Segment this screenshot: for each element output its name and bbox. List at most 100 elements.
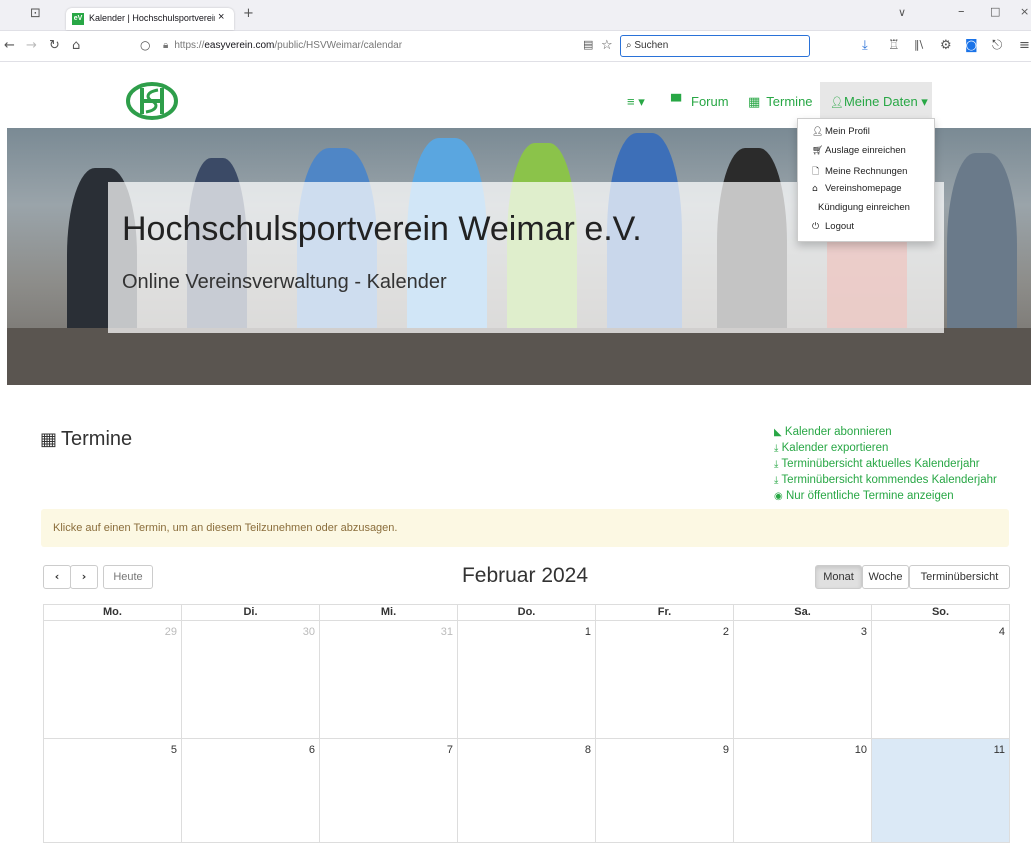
view-woche-button[interactable]: Woche xyxy=(862,565,909,589)
link-terminuebersicht-aktuell[interactable]: ⤓ Terminübersicht aktuelles Kalenderjahr xyxy=(774,458,980,470)
dropdown-item-vereinshomepage[interactable]: ⌂ Vereinshomepage xyxy=(812,183,902,194)
chevron-right-icon: › xyxy=(81,570,87,583)
dropdown-item-kuendigung[interactable]: Kündigung einreichen xyxy=(818,202,910,213)
day-cell[interactable]: 8 xyxy=(458,739,596,843)
weekday-header: Di. xyxy=(182,604,320,621)
file-icon: 🗋︎ xyxy=(812,167,820,177)
account-icon[interactable]: ◙ xyxy=(965,38,978,53)
settings-icon[interactable]: ⚙ xyxy=(940,38,952,53)
dropdown-item-label: Auslage einreichen xyxy=(825,145,906,156)
url-scheme: https:// xyxy=(174,40,205,51)
dropdown-item-label: Mein Profil xyxy=(825,126,870,137)
day-cell[interactable]: 10 xyxy=(734,739,872,843)
calendar-icon: ▦ xyxy=(40,429,58,450)
app-menu-icon[interactable]: ≡ xyxy=(1019,38,1030,53)
dropdown-item-logout[interactable]: ⏻ Logout xyxy=(812,221,854,232)
downloads-icon[interactable]: ⤓ xyxy=(862,38,868,53)
page-title-text: Termine xyxy=(61,428,133,450)
link-label: Kalender exportieren xyxy=(781,442,889,454)
weekday-header: Mo. xyxy=(44,604,182,621)
shield-icon[interactable]: ○ xyxy=(140,38,150,52)
share-icon[interactable]: ⎋ xyxy=(992,38,1002,53)
dropdown-item-auslage[interactable]: 🛒︎ Auslage einreichen xyxy=(812,145,906,156)
calendar-grid: Mo. Di. Mi. Do. Fr. Sa. So. 29 30 31 1 2… xyxy=(43,604,1010,843)
extensions-icon[interactable]: ♖ xyxy=(888,38,900,53)
day-cell[interactable]: 31 xyxy=(320,621,458,739)
day-cell-today[interactable]: 11 xyxy=(872,739,1010,843)
browser-search-input[interactable]: ⌕ Suchen xyxy=(620,35,810,57)
eye-icon: ◉ xyxy=(774,491,783,502)
minimize-icon[interactable]: – xyxy=(958,4,965,19)
day-cell[interactable]: 1 xyxy=(458,621,596,739)
download-icon: ⤓ xyxy=(774,475,779,486)
notice-text: Klicke auf einen Termin, um an diesem Te… xyxy=(53,522,398,534)
power-icon: ⏻ xyxy=(812,222,820,232)
day-cell[interactable]: 9 xyxy=(596,739,734,843)
day-cell[interactable]: 6 xyxy=(182,739,320,843)
view-terminuebersicht-button[interactable]: Terminübersicht xyxy=(909,565,1010,589)
forward-icon[interactable]: → xyxy=(26,38,37,53)
nav-termine[interactable]: ▦ Termine xyxy=(748,94,813,110)
new-tab-icon[interactable]: + xyxy=(243,6,254,21)
link-kalender-exportieren[interactable]: ⤓ Kalender exportieren xyxy=(774,442,888,454)
tab-overview-icon[interactable]: ⊡ xyxy=(30,6,41,21)
next-month-button[interactable]: › xyxy=(70,565,98,589)
browser-tab[interactable]: eV Kalender | Hochschulsportverein Weima… xyxy=(66,8,234,30)
cart-icon: 🛒︎ xyxy=(812,146,824,156)
dropdown-item-label: Logout xyxy=(825,221,855,232)
nav-meine-daten-label: Meine Daten ▾ xyxy=(843,94,928,109)
home-icon: ⌂ xyxy=(812,184,818,194)
link-label: Kalender abonnieren xyxy=(784,426,892,438)
prev-month-button[interactable]: ‹ xyxy=(43,565,71,589)
lock-icon: 🔒︎ xyxy=(163,40,169,51)
url-host: easyverein.com xyxy=(204,40,275,51)
page-title: ▦ Termine xyxy=(40,428,132,451)
nav-forum[interactable]: ▀ Forum xyxy=(671,94,729,110)
user-icon: 👤︎ xyxy=(812,127,824,137)
day-cell[interactable]: 2 xyxy=(596,621,734,739)
info-notice: Klicke auf einen Termin, um an diesem Te… xyxy=(41,509,1009,547)
weekday-header: Sa. xyxy=(734,604,872,621)
tab-close-icon[interactable]: × xyxy=(218,11,224,23)
day-cell[interactable]: 5 xyxy=(44,739,182,843)
day-cell[interactable]: 4 xyxy=(872,621,1010,739)
dropdown-item-rechnungen[interactable]: 🗋︎ Meine Rechnungen xyxy=(812,164,907,180)
dropdown-item-label: Meine Rechnungen xyxy=(825,166,908,177)
link-oeffentliche-termine[interactable]: ◉ Nur öffentliche Termine anzeigen xyxy=(774,490,954,502)
dropdown-item-label: Vereinshomepage xyxy=(825,183,902,194)
weekday-header: Mi. xyxy=(320,604,458,621)
back-icon[interactable]: ← xyxy=(4,38,15,53)
search-icon: ⌕ xyxy=(626,40,632,51)
home-icon[interactable]: ⌂ xyxy=(72,38,80,53)
month-title: Februar 2024 xyxy=(461,564,589,587)
download-icon: ⤓ xyxy=(774,443,779,454)
reload-icon[interactable]: ↻ xyxy=(49,38,60,53)
tab-title: Kalender | Hochschulsportverein Weimar xyxy=(89,13,215,23)
nav-termine-label: Termine xyxy=(766,94,813,109)
today-button[interactable]: Heute xyxy=(103,565,153,589)
view-monat-button[interactable]: Monat xyxy=(815,565,862,589)
dropdown-item-mein-profil[interactable]: 👤︎ Mein Profil xyxy=(812,126,870,137)
club-logo[interactable] xyxy=(124,82,180,125)
url-bar[interactable]: 🔒︎ https://easyverein.com/public/HSVWeima… xyxy=(163,36,613,56)
link-kalender-abonnieren[interactable]: ◣ Kalender abonnieren xyxy=(774,426,892,438)
link-terminuebersicht-kommend[interactable]: ⤓ Terminübersicht kommendes Kalenderjahr xyxy=(774,474,997,486)
browser-tab-bar: ⊡ eV Kalender | Hochschulsportverein Wei… xyxy=(0,0,1031,31)
url-path: /public/HSVWeimar/calendar xyxy=(274,40,403,51)
rss-icon: ◣ xyxy=(774,427,782,438)
weekday-header: Do. xyxy=(458,604,596,621)
nav-meine-daten-button[interactable]: 👤︎Meine Daten ▾ xyxy=(820,82,932,120)
list-tabs-icon[interactable]: ∨ xyxy=(898,6,906,19)
day-cell[interactable]: 3 xyxy=(734,621,872,739)
day-cell[interactable]: 7 xyxy=(320,739,458,843)
search-placeholder: Suchen xyxy=(634,40,669,51)
hero-subtitle: Online Vereinsverwaltung - Kalender xyxy=(122,271,447,293)
maximize-icon[interactable]: □ xyxy=(990,5,1000,18)
download-icon: ⤓ xyxy=(774,459,779,470)
day-cell[interactable]: 29 xyxy=(44,621,182,739)
library-icon[interactable]: ‖\ xyxy=(914,38,923,51)
main-menu-toggle[interactable]: ≡ ▾ xyxy=(627,94,645,110)
day-cell[interactable]: 30 xyxy=(182,621,320,739)
window-close-icon[interactable]: × xyxy=(1020,5,1029,18)
forum-icon: ▀ xyxy=(671,95,681,110)
